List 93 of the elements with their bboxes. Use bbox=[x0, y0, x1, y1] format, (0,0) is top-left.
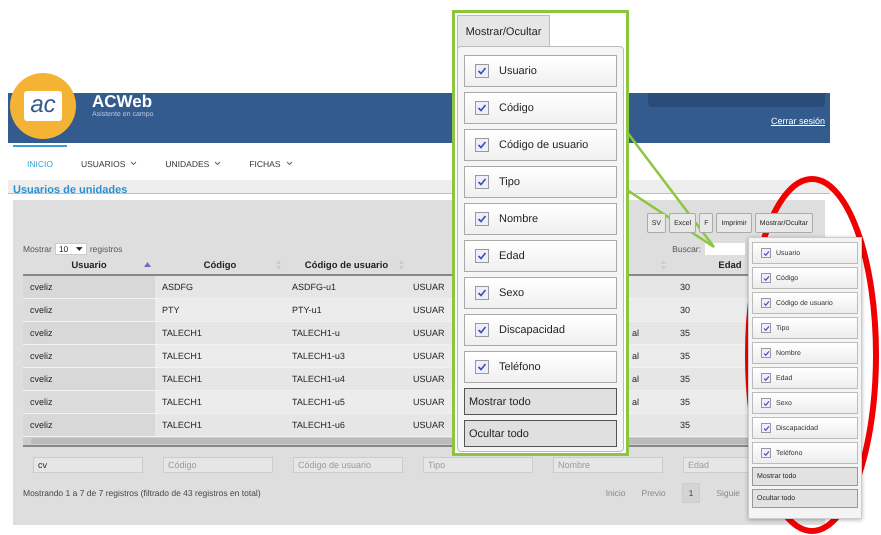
checkbox[interactable] bbox=[761, 248, 771, 258]
column-toggle-item[interactable]: Código de usuario bbox=[464, 129, 617, 161]
column-toggle-item[interactable]: Teléfono bbox=[464, 351, 617, 383]
table-cell: cveliz bbox=[30, 282, 53, 292]
length-label: registros bbox=[90, 244, 122, 254]
table-cell: TALECH1 bbox=[162, 328, 202, 338]
filter-field[interactable]: Código bbox=[163, 457, 273, 473]
length-label: Mostrar bbox=[23, 244, 52, 254]
page-title: Usuarios de unidades bbox=[13, 184, 128, 196]
table-cell: TALECH1-u bbox=[292, 328, 340, 338]
show-hide-button[interactable]: Mostrar/Ocultar bbox=[457, 15, 550, 48]
table-cell: cveliz bbox=[30, 397, 53, 407]
checkbox[interactable] bbox=[761, 373, 771, 383]
checkbox[interactable] bbox=[761, 348, 771, 358]
column-toggle-item[interactable]: Sexo bbox=[464, 277, 617, 309]
table-cell: TALECH1-u5 bbox=[292, 397, 345, 407]
table-cell: 30 bbox=[680, 282, 690, 292]
checkbox[interactable] bbox=[761, 423, 771, 433]
column-toggle-item[interactable]: Tipo bbox=[464, 166, 617, 198]
filter-field[interactable]: Nombre bbox=[553, 457, 663, 473]
column-toggle-item[interactable]: Código bbox=[464, 92, 617, 124]
checkbox[interactable] bbox=[475, 323, 489, 337]
table-cell: USUAR bbox=[413, 282, 445, 292]
table-cell: USUAR bbox=[413, 397, 445, 407]
checkbox[interactable] bbox=[475, 138, 489, 152]
search-label: Buscar: bbox=[672, 244, 701, 254]
table-cell: 35 bbox=[680, 351, 690, 361]
page-number-button[interactable]: 1 bbox=[682, 483, 700, 503]
table-cell: USUAR bbox=[413, 351, 445, 361]
table-cell: cveliz bbox=[30, 374, 53, 384]
table-cell: cveliz bbox=[30, 420, 53, 430]
table-cell: cveliz bbox=[30, 328, 53, 338]
table-cell: USUAR bbox=[413, 328, 445, 338]
column-header[interactable]: Usuario bbox=[71, 260, 107, 270]
table-cell: 35 bbox=[680, 397, 690, 407]
dropdown-arrow-icon bbox=[76, 246, 83, 252]
checkbox[interactable] bbox=[761, 398, 771, 408]
table-cell: PTY bbox=[162, 305, 180, 315]
checkbox[interactable] bbox=[761, 448, 771, 458]
nav-tab[interactable]: UNIDADES bbox=[151, 144, 236, 178]
table-cell: TALECH1 bbox=[162, 351, 202, 361]
filter-field[interactable]: cv bbox=[33, 457, 143, 473]
table-cell: PTY-u1 bbox=[292, 305, 322, 315]
column-toggle-item[interactable]: Nombre bbox=[464, 203, 617, 235]
app-name: ACWeb bbox=[92, 93, 154, 111]
search-field[interactable] bbox=[705, 243, 745, 255]
table-cell: TALECH1 bbox=[162, 420, 202, 430]
table-cell: 30 bbox=[680, 305, 690, 315]
checkbox[interactable] bbox=[475, 360, 489, 374]
column-toggle-item[interactable]: Usuario bbox=[464, 55, 617, 87]
filter-field[interactable]: Código de usuario bbox=[293, 457, 403, 473]
table-cell: ASDFG-u1 bbox=[292, 282, 336, 292]
column-header[interactable]: Edad bbox=[718, 260, 742, 270]
table-cell: ASDFG bbox=[162, 282, 194, 292]
page-size-select[interactable]: 10 bbox=[54, 243, 87, 255]
table-cell: USUAR bbox=[413, 420, 445, 430]
table-cell: USUAR bbox=[413, 374, 445, 384]
table-cell: al bbox=[632, 351, 640, 361]
checkbox[interactable] bbox=[761, 323, 771, 333]
table-cell: TALECH1 bbox=[162, 397, 202, 407]
menu-action-button[interactable]: Mostrar todo bbox=[464, 388, 617, 415]
column-toggle-item[interactable]: Discapacidad bbox=[464, 314, 617, 346]
table-cell: al bbox=[632, 328, 640, 338]
table-cell: USUAR bbox=[413, 305, 445, 315]
table-cell: cveliz bbox=[30, 351, 53, 361]
nav-tab[interactable]: FICHAS bbox=[235, 144, 306, 178]
filter-field[interactable]: Tipo bbox=[423, 457, 533, 473]
checkbox[interactable] bbox=[475, 175, 489, 189]
column-header[interactable]: Código bbox=[204, 260, 236, 270]
checkbox[interactable] bbox=[761, 273, 771, 283]
nav-tab[interactable]: USUARIOS bbox=[66, 144, 152, 178]
checkbox[interactable] bbox=[475, 64, 489, 78]
table-cell: al bbox=[632, 397, 640, 407]
logout-link[interactable]: Cerrar sesión bbox=[770, 116, 825, 126]
table-cell: TALECH1-u4 bbox=[292, 374, 345, 384]
checkbox[interactable] bbox=[475, 286, 489, 300]
table-cell: TALECH1-u3 bbox=[292, 351, 345, 361]
table-cell: TALECH1 bbox=[162, 374, 202, 384]
checkbox[interactable] bbox=[761, 298, 771, 308]
app-logo: ac bbox=[10, 73, 76, 139]
table-cell: al bbox=[632, 374, 640, 384]
column-toggle-item[interactable]: Edad bbox=[464, 240, 617, 272]
checkbox[interactable] bbox=[475, 212, 489, 226]
checkbox[interactable] bbox=[475, 249, 489, 263]
table-cell: 35 bbox=[680, 420, 690, 430]
table-cell: cveliz bbox=[30, 305, 53, 315]
column-header[interactable]: Código de usuario bbox=[304, 260, 388, 270]
table-cell: 35 bbox=[680, 328, 690, 338]
table-cell: 35 bbox=[680, 374, 690, 384]
table-cell: TALECH1-u6 bbox=[292, 420, 345, 430]
menu-action-button[interactable]: Ocultar todo bbox=[464, 420, 617, 447]
table-info-text: Mostrando 1 a 7 de 7 registros (filtrado de 43 registros en total) bbox=[23, 488, 261, 498]
checkbox[interactable] bbox=[475, 101, 489, 115]
